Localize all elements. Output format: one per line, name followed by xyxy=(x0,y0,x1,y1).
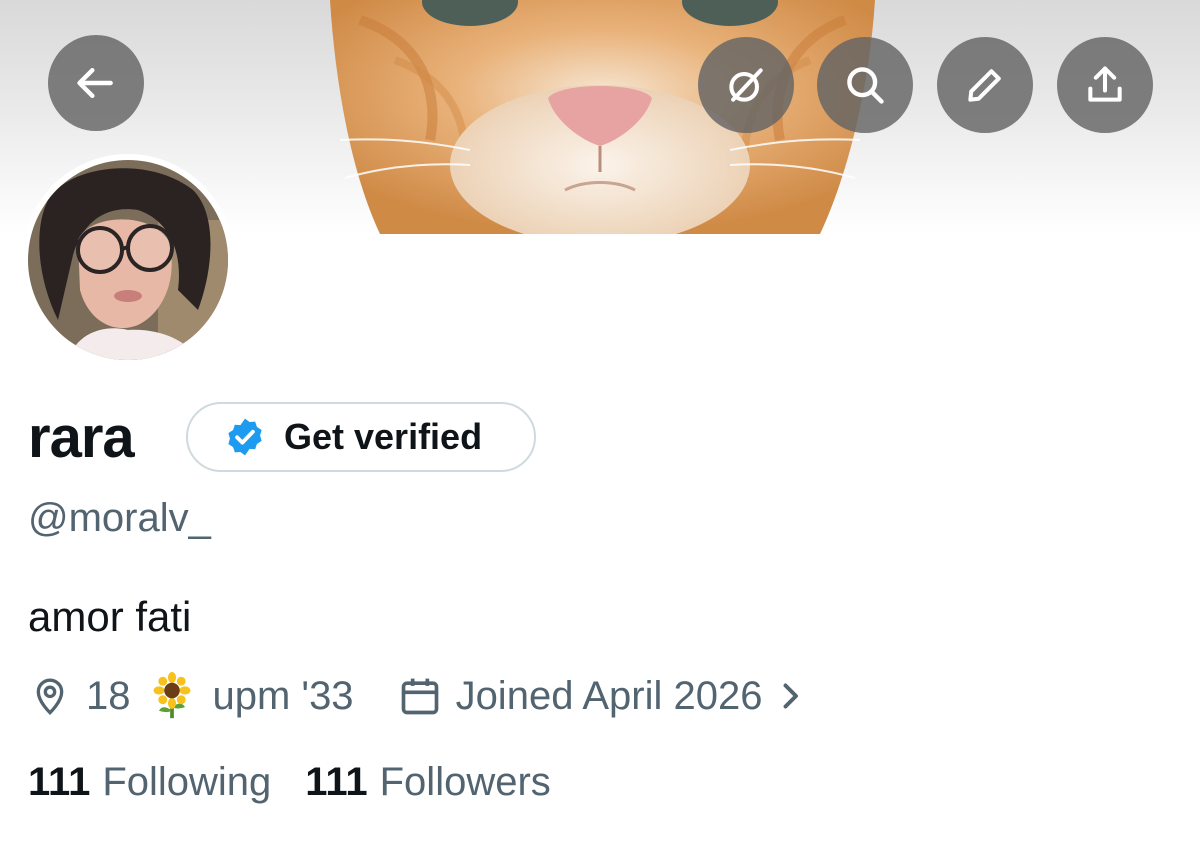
share-button[interactable] xyxy=(1057,37,1153,133)
back-button[interactable] xyxy=(48,35,144,131)
calendar-icon xyxy=(401,678,438,715)
display-name: rara xyxy=(28,405,135,470)
verified-badge-icon xyxy=(228,418,262,456)
grok-icon xyxy=(729,68,763,102)
location-pin-icon xyxy=(36,678,64,715)
avatar-frame[interactable] xyxy=(22,154,234,366)
sunflower-icon xyxy=(153,672,190,719)
search-icon xyxy=(847,67,884,104)
followers-label: Followers xyxy=(379,759,551,804)
share-icon xyxy=(1088,66,1122,102)
following-count: 111 xyxy=(28,759,91,804)
location-text: 18 xyxy=(86,673,131,718)
user-handle: @moralv_ xyxy=(28,496,211,540)
profile-meta-row: 18 upm '33 Joined April 2026 xyxy=(30,664,804,728)
search-button[interactable] xyxy=(817,37,913,133)
get-verified-label: Get verified xyxy=(284,416,483,457)
following-label: Following xyxy=(102,759,272,804)
avatar[interactable] xyxy=(28,160,228,360)
followers-count: 111 xyxy=(305,759,368,804)
follow-stats: 111 Following 111 Followers xyxy=(28,754,551,810)
joined-date[interactable]: Joined April 2026 xyxy=(456,674,763,719)
chevron-right-icon[interactable] xyxy=(776,678,804,714)
get-verified-button[interactable]: Get verified xyxy=(186,402,536,472)
following-link[interactable]: 111 Following xyxy=(28,760,271,805)
followers-link[interactable]: 111 Followers xyxy=(305,760,550,805)
pencil-icon xyxy=(968,69,1001,102)
edit-button[interactable] xyxy=(937,37,1033,133)
location-suffix-text: upm '33 xyxy=(212,673,354,718)
bio-text: amor fati xyxy=(28,593,192,640)
avatar-photo xyxy=(28,160,228,360)
grok-button[interactable] xyxy=(698,37,794,133)
arrow-left-icon xyxy=(77,67,113,99)
